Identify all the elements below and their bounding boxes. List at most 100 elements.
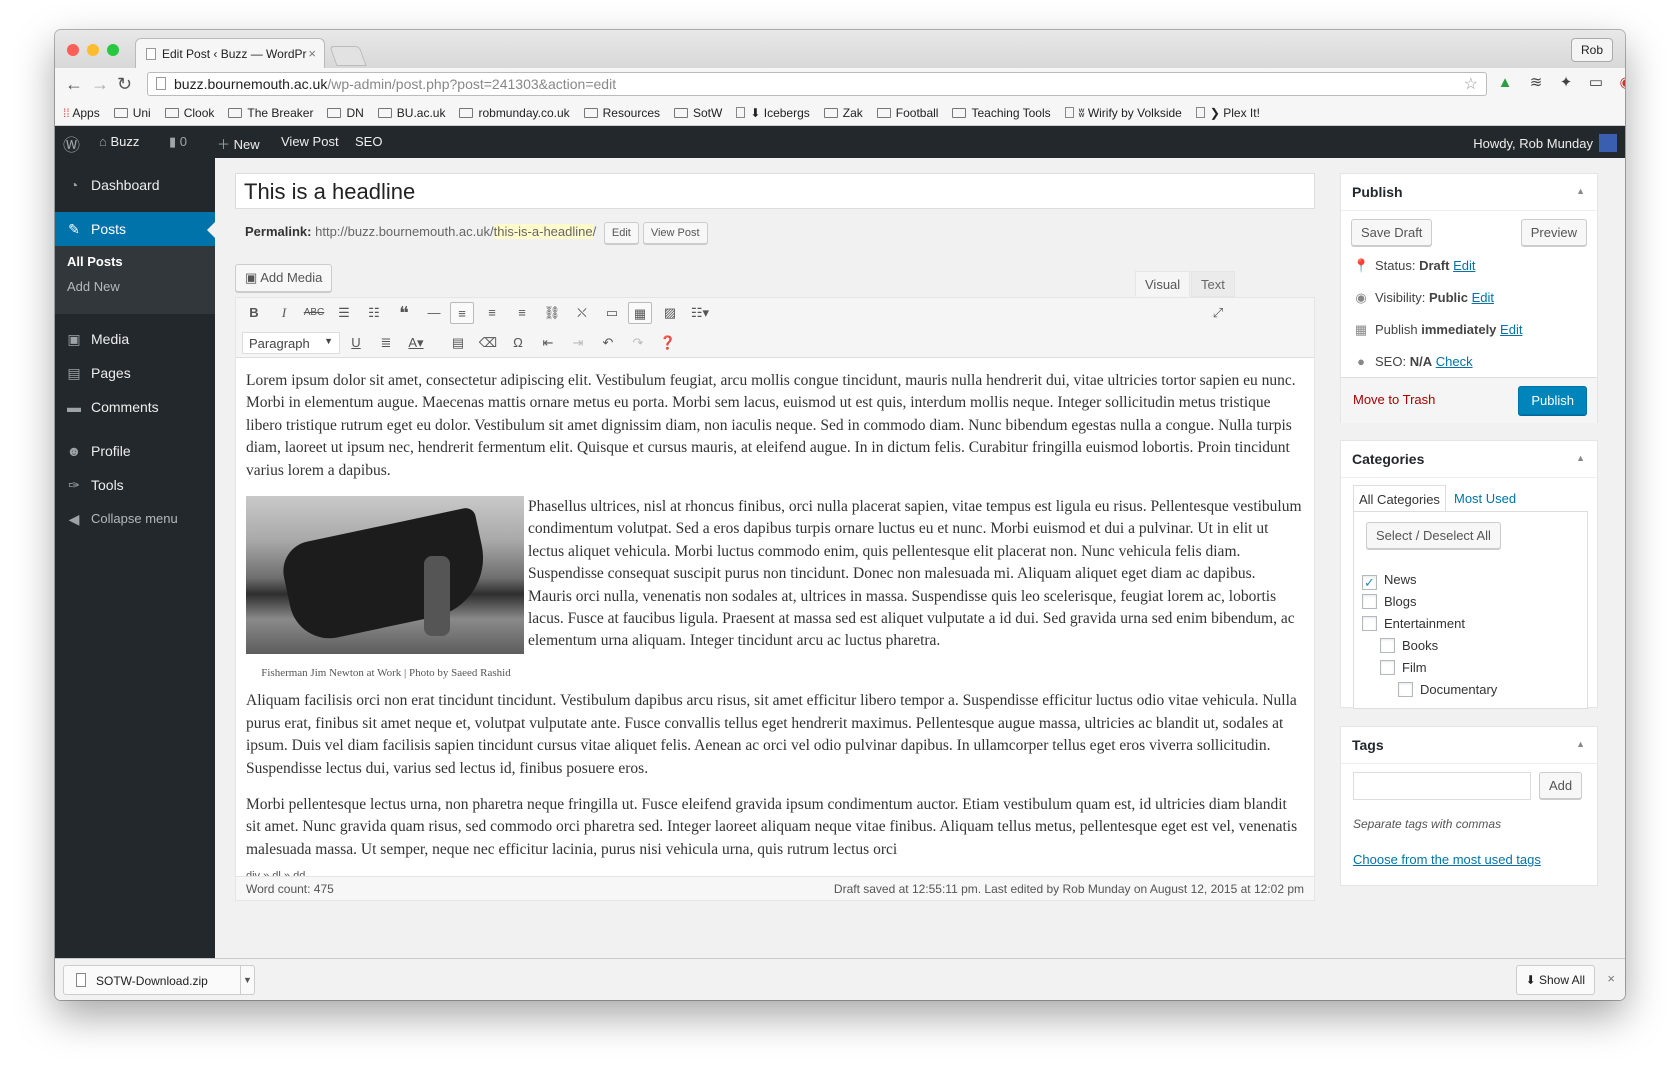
preview-button[interactable]: Preview	[1520, 219, 1587, 246]
add-media-button[interactable]: ▣ Add Media	[235, 264, 333, 292]
profile-button[interactable]: Rob	[1570, 38, 1613, 62]
horizontal-line-icon[interactable]: —	[422, 302, 446, 324]
image-figure[interactable]: Fisherman Jim Newton at Work | Photo by …	[246, 496, 526, 684]
toolbar-toggle-icon[interactable]: ▦	[628, 302, 652, 324]
special-character-icon[interactable]: Ω	[506, 332, 530, 354]
bookmark-item[interactable]: BU.ac.uk	[377, 106, 445, 120]
submenu-add-new[interactable]: Add New	[67, 279, 120, 294]
category-item[interactable]: Books	[1380, 638, 1438, 653]
bullet-list-icon[interactable]: ☰	[332, 302, 356, 324]
seo-link[interactable]: SEO	[355, 134, 382, 149]
edit-permalink-button[interactable]: Edit	[603, 222, 639, 244]
help-icon[interactable]: ❓	[656, 332, 680, 354]
collapse-arrow-icon[interactable]: ▲	[1576, 739, 1585, 749]
minimize-window-button[interactable]	[87, 44, 99, 56]
underline-icon[interactable]: U	[344, 332, 368, 354]
choose-tags-link[interactable]: Choose from the most used tags	[1353, 852, 1541, 867]
tab-all-categories[interactable]: All Categories	[1353, 485, 1446, 514]
view-post-button[interactable]: View Post	[642, 222, 708, 244]
category-checkbox[interactable]	[1380, 660, 1395, 675]
add-tag-button[interactable]: Add	[1539, 772, 1583, 799]
menu-posts[interactable]: ✎ Posts	[55, 212, 215, 246]
tab-text[interactable]: Text	[1191, 271, 1235, 297]
paste-text-icon[interactable]: ▤	[446, 332, 470, 354]
unlink-icon[interactable]: ⛌	[570, 302, 594, 324]
edit-schedule-link[interactable]: Edit	[1500, 322, 1522, 337]
strikethrough-icon[interactable]: ABC	[302, 302, 326, 324]
collapse-arrow-icon[interactable]: ▲	[1576, 186, 1585, 196]
category-checkbox[interactable]	[1362, 594, 1377, 609]
menu-media[interactable]: ▣ Media	[55, 322, 215, 356]
back-icon[interactable]: ←	[65, 75, 83, 93]
permalink-slug[interactable]: this-is-a-headline	[493, 224, 593, 239]
comments-link[interactable]: ▮ 0	[169, 134, 187, 150]
align-left-icon[interactable]: ≡	[450, 302, 474, 324]
bookmark-item[interactable]: SotW	[674, 106, 722, 120]
link-icon[interactable]: ⛓	[540, 302, 564, 324]
site-link[interactable]: ⌂ Buzz	[99, 134, 139, 149]
numbered-list-icon[interactable]: ☷	[362, 302, 386, 324]
outdent-icon[interactable]: ⇤	[536, 332, 560, 354]
justify-icon[interactable]: ≣	[374, 332, 398, 354]
category-item[interactable]: Film	[1380, 660, 1427, 675]
chrome-icon[interactable]: ◉	[1617, 74, 1625, 92]
screen-capture-icon[interactable]: ▭	[1587, 74, 1605, 92]
zoom-window-button[interactable]	[107, 44, 119, 56]
download-item[interactable]: SOTW-Download.zip ▼	[63, 965, 255, 995]
bookmark-item[interactable]: Resources	[583, 106, 660, 120]
address-bar[interactable]: buzz.bournemouth.ac.uk/wp-admin/post.php…	[147, 72, 1487, 96]
align-center-icon[interactable]: ≡	[480, 302, 504, 324]
editor-content[interactable]: Lorem ipsum dolor sit amet, consectetur …	[246, 370, 1302, 860]
new-content-link[interactable]: ＋ New	[217, 134, 260, 153]
category-item[interactable]: Entertainment	[1362, 616, 1465, 631]
menu-profile[interactable]: ☻ Profile	[55, 434, 215, 468]
align-right-icon[interactable]: ≡	[510, 302, 534, 324]
bold-icon[interactable]: B	[242, 302, 266, 324]
close-icon[interactable]: ×	[1607, 971, 1615, 986]
edit-visibility-link[interactable]: Edit	[1472, 290, 1494, 305]
menu-comments[interactable]: ▬ Comments	[55, 390, 215, 424]
chevron-down-icon[interactable]: ▼	[240, 966, 254, 994]
tab-visual[interactable]: Visual	[1135, 271, 1191, 297]
edit-status-link[interactable]: Edit	[1453, 258, 1475, 273]
bookmark-item[interactable]: ❯ Plex It!	[1195, 106, 1260, 120]
category-item[interactable]: ✓ News	[1362, 572, 1417, 590]
tag-input[interactable]	[1353, 772, 1531, 800]
bookmark-item[interactable]: ⬇ Icebergs	[736, 106, 810, 120]
buffer-icon[interactable]: ≋	[1527, 74, 1545, 92]
post-title-input[interactable]: This is a headline	[235, 173, 1315, 209]
seo-check-link[interactable]: Check	[1436, 354, 1473, 369]
browser-tab[interactable]: Edit Post ‹ Buzz — WordPr ×	[135, 38, 325, 68]
italic-icon[interactable]: I	[272, 302, 296, 324]
tab-most-used[interactable]: Most Used	[1449, 485, 1521, 512]
bookmark-item[interactable]: The Breaker	[228, 106, 313, 120]
bookmark-item[interactable]: Zak	[823, 106, 863, 120]
reload-icon[interactable]: ↻	[117, 75, 132, 93]
account-menu[interactable]: Howdy, Rob Munday	[1473, 134, 1617, 152]
redo-icon[interactable]: ↷	[626, 332, 650, 354]
read-more-icon[interactable]: ▭	[600, 302, 624, 324]
bookmark-item[interactable]: robmunday.co.uk	[459, 106, 570, 120]
undo-icon[interactable]: ↶	[596, 332, 620, 354]
menu-pages[interactable]: ▤ Pages	[55, 356, 215, 390]
fullscreen-icon[interactable]: ⤢	[1206, 302, 1230, 324]
move-to-trash-link[interactable]: Move to Trash	[1353, 392, 1435, 407]
save-draft-button[interactable]: Save Draft	[1351, 219, 1433, 246]
blockquote-icon[interactable]: ❝	[392, 302, 416, 324]
menu-tools[interactable]: ✑ Tools	[55, 468, 215, 502]
category-checkbox[interactable]	[1362, 616, 1377, 631]
close-tab-icon[interactable]: ×	[308, 46, 316, 61]
category-checkbox[interactable]: ✓	[1362, 575, 1377, 590]
drive-icon[interactable]: ▲	[1496, 74, 1514, 92]
bookmark-item[interactable]: DN	[327, 106, 364, 120]
publish-button[interactable]: Publish	[1518, 386, 1587, 415]
category-checkbox[interactable]	[1398, 682, 1413, 697]
table-icon[interactable]: ☷▾	[688, 302, 712, 324]
extension-icon[interactable]: ✦	[1557, 74, 1575, 92]
submenu-all-posts[interactable]: All Posts	[67, 254, 123, 269]
collapse-menu[interactable]: ◀ Collapse menu	[55, 502, 215, 536]
bookmark-item[interactable]: ⁞⁞ Apps	[63, 106, 100, 120]
category-item[interactable]: Blogs	[1362, 594, 1417, 609]
bookmark-item[interactable]: Football	[876, 106, 938, 120]
select-deselect-all-button[interactable]: Select / Deselect All	[1366, 522, 1501, 549]
